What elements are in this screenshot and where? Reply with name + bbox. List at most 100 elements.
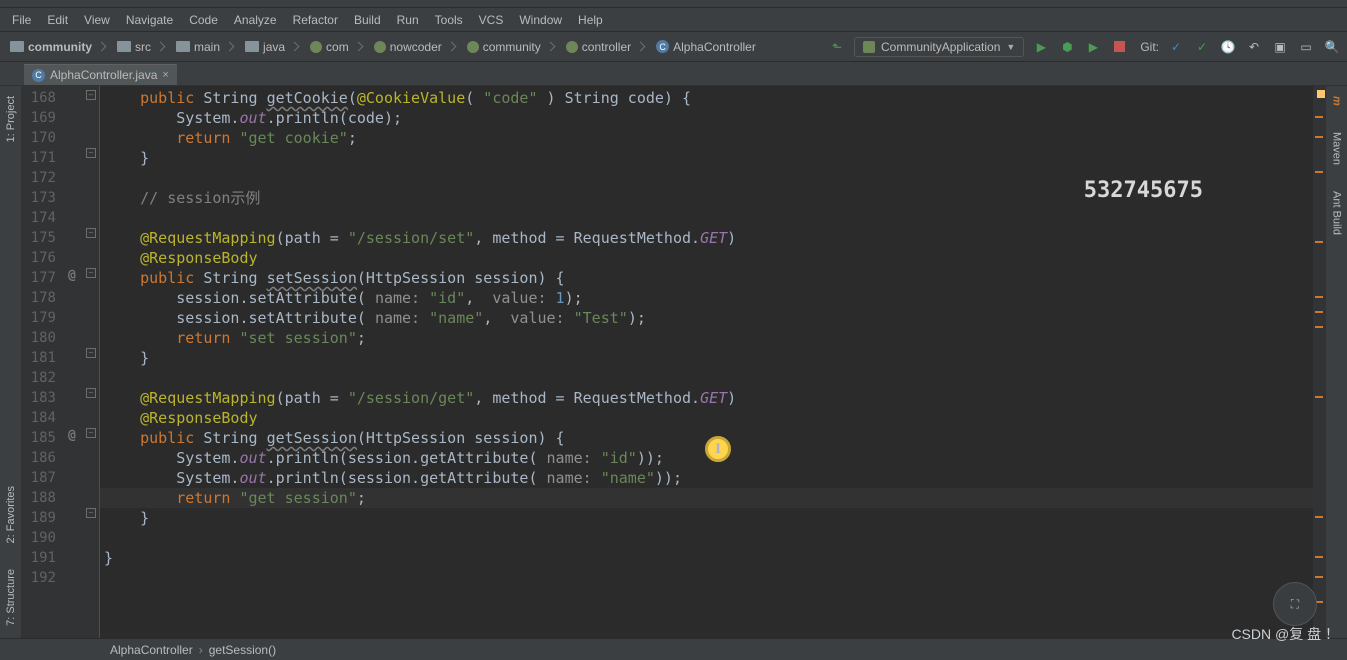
breadcrumb-class[interactable]: AlphaController <box>110 643 193 657</box>
menu-analyze[interactable]: Analyze <box>226 11 285 29</box>
gutter-fold: – – – – – – – – <box>84 86 100 658</box>
sidebar-left: 1: Project 2: Favorites 7: Structure <box>0 86 22 658</box>
cursor-highlight-icon: I <box>705 436 731 462</box>
folder-icon <box>176 41 190 52</box>
fold-marker[interactable]: – <box>86 508 96 518</box>
close-icon[interactable]: × <box>162 69 168 81</box>
tool-maven[interactable]: m <box>1329 92 1345 110</box>
crumb-main[interactable]: main <box>172 38 241 56</box>
crumb-class[interactable]: CAlphaController <box>652 38 760 56</box>
class-icon: C <box>32 69 45 82</box>
crumb-controller[interactable]: controller <box>562 38 652 56</box>
titlebar <box>0 0 1347 8</box>
navbar: community src main java com nowcoder com… <box>0 32 1347 62</box>
warning-marker[interactable] <box>1317 90 1325 98</box>
gutter: 168 169 170 171 172 173 174 175 176 177 … <box>22 86 100 658</box>
menu-build[interactable]: Build <box>346 11 389 29</box>
menu-file[interactable]: File <box>4 11 39 29</box>
menu-edit[interactable]: Edit <box>39 11 76 29</box>
gutter-annotations: @ @ <box>64 86 84 658</box>
tool-structure[interactable]: 7: Structure <box>3 565 19 630</box>
editor-tabs: C AlphaController.java × <box>0 62 1347 86</box>
ide-settings-button[interactable]: ▣ <box>1271 38 1289 56</box>
override-icon[interactable]: @ <box>68 268 76 283</box>
scrollbar[interactable] <box>1313 86 1325 658</box>
fold-marker[interactable]: – <box>86 268 96 278</box>
error-strip[interactable] <box>1315 116 1323 118</box>
debug-button[interactable]: ⬢ <box>1058 38 1076 56</box>
chevron-down-icon: ▼ <box>1006 42 1015 52</box>
fold-marker[interactable]: – <box>86 428 96 438</box>
fold-marker[interactable]: – <box>86 148 96 158</box>
stop-button[interactable] <box>1110 38 1128 56</box>
error-strip[interactable] <box>1315 171 1323 173</box>
folder-icon <box>245 41 259 52</box>
menu-window[interactable]: Window <box>511 11 570 29</box>
error-strip[interactable] <box>1315 311 1323 313</box>
breadcrumbs: community src main java com nowcoder com… <box>6 38 828 56</box>
menu-tools[interactable]: Tools <box>427 11 471 29</box>
run-button[interactable]: ▶ <box>1032 38 1050 56</box>
run-config-selector[interactable]: CommunityApplication ▼ <box>854 37 1024 57</box>
crumb-nowcoder[interactable]: nowcoder <box>370 38 463 56</box>
menubar: File Edit View Navigate Code Analyze Ref… <box>0 8 1347 32</box>
sidebar-right: m Maven Ant Build <box>1325 86 1347 658</box>
crumb-com[interactable]: com <box>306 38 370 56</box>
error-strip[interactable] <box>1315 556 1323 558</box>
error-strip[interactable] <box>1315 136 1323 138</box>
git-update-button[interactable]: ✓ <box>1167 38 1185 56</box>
code-editor[interactable]: public String getCookie(@CookieValue( "c… <box>100 86 1313 658</box>
package-icon <box>566 41 578 53</box>
main: 1: Project 2: Favorites 7: Structure 168… <box>0 86 1347 658</box>
crumb-project[interactable]: community <box>6 38 113 56</box>
menu-navigate[interactable]: Navigate <box>118 11 181 29</box>
statusbar: AlphaController › getSession() <box>0 638 1347 660</box>
history-button[interactable]: 🕓 <box>1219 38 1237 56</box>
crumb-java[interactable]: java <box>241 38 306 56</box>
package-icon <box>467 41 479 53</box>
menu-run[interactable]: Run <box>389 11 427 29</box>
tool-maven-label[interactable]: Maven <box>1329 128 1345 169</box>
git-label: Git: <box>1140 40 1159 54</box>
override-icon[interactable]: @ <box>68 428 76 443</box>
fold-marker[interactable]: – <box>86 90 96 100</box>
fold-marker[interactable]: – <box>86 228 96 238</box>
spring-icon <box>863 41 875 53</box>
terminal-button[interactable]: ▭ <box>1297 38 1315 56</box>
error-strip[interactable] <box>1315 576 1323 578</box>
crumb-src[interactable]: src <box>113 38 172 56</box>
coverage-button[interactable]: ▶ <box>1084 38 1102 56</box>
error-strip[interactable] <box>1315 296 1323 298</box>
rollback-button[interactable]: ↶ <box>1245 38 1263 56</box>
tab-alphacontroller[interactable]: C AlphaController.java × <box>24 64 177 85</box>
error-strip[interactable] <box>1315 326 1323 328</box>
package-icon <box>310 41 322 53</box>
presentation-assistant-icon[interactable]: ⛶ <box>1273 582 1317 626</box>
watermark: CSDN @复 盘 ！ <box>1231 624 1339 644</box>
breadcrumb-method[interactable]: getSession() <box>209 643 276 657</box>
line-numbers: 168 169 170 171 172 173 174 175 176 177 … <box>22 86 64 658</box>
chevron-right-icon: › <box>199 643 203 657</box>
fold-marker[interactable]: – <box>86 388 96 398</box>
menu-help[interactable]: Help <box>570 11 611 29</box>
error-strip[interactable] <box>1315 516 1323 518</box>
class-icon: C <box>656 40 669 53</box>
tool-project[interactable]: 1: Project <box>3 92 19 146</box>
package-icon <box>374 41 386 53</box>
folder-icon <box>10 41 24 52</box>
menu-view[interactable]: View <box>76 11 118 29</box>
error-strip[interactable] <box>1315 241 1323 243</box>
menu-refactor[interactable]: Refactor <box>285 11 346 29</box>
build-icon[interactable]: ⬑ <box>828 38 846 56</box>
crumb-community[interactable]: community <box>463 38 562 56</box>
error-strip[interactable] <box>1315 396 1323 398</box>
menu-vcs[interactable]: VCS <box>471 11 512 29</box>
search-button[interactable]: 🔍 <box>1323 38 1341 56</box>
fold-marker[interactable]: – <box>86 348 96 358</box>
git-commit-button[interactable]: ✓ <box>1193 38 1211 56</box>
tool-favorites[interactable]: 2: Favorites <box>3 482 19 547</box>
folder-icon <box>117 41 131 52</box>
tool-ant[interactable]: Ant Build <box>1329 187 1345 239</box>
menu-code[interactable]: Code <box>181 11 226 29</box>
nav-right: ⬑ CommunityApplication ▼ ▶ ⬢ ▶ Git: ✓ ✓ … <box>828 37 1341 57</box>
